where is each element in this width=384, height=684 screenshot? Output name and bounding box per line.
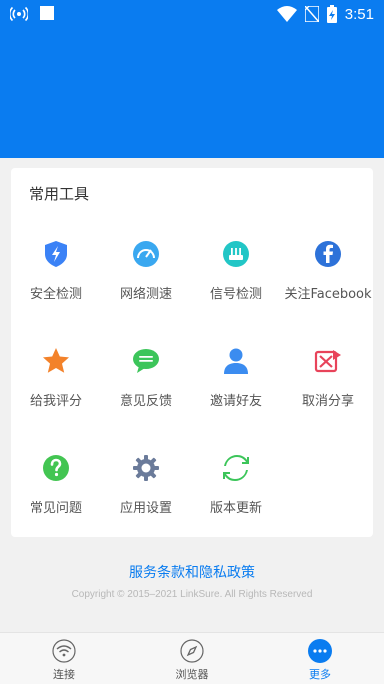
header-banner: [0, 30, 384, 158]
tools-title: 常用工具: [29, 185, 90, 203]
tool-signal-check[interactable]: 信号检测: [191, 239, 281, 319]
battery-charging-icon: [326, 5, 337, 23]
router-icon: [223, 241, 249, 267]
facebook-icon: [315, 241, 341, 267]
more-icon: [308, 639, 332, 663]
compass-icon: [180, 639, 204, 663]
wifi-hotspot-icon: [10, 6, 28, 21]
tool-app-settings[interactable]: 应用设置: [101, 453, 191, 533]
wifi-signal-icon: [276, 6, 297, 22]
copyright-text: Copyright © 2015–2021 LinkSure. All Righ…: [71, 589, 313, 600]
nav-tab-more[interactable]: 更多: [280, 639, 360, 682]
square-icon: [40, 6, 54, 20]
tool-label: 版本更新: [209, 501, 262, 516]
tool-security-check[interactable]: 安全检测: [11, 239, 101, 319]
tool-version-update[interactable]: 版本更新: [191, 453, 281, 533]
tool-label: 关注Facebook: [284, 287, 372, 302]
tool-invite-friends[interactable]: 邀请好友: [191, 346, 281, 426]
tool-label: 取消分享: [301, 394, 354, 409]
tool-label: 常见问题: [29, 501, 82, 516]
status-bar: 3:51: [0, 0, 384, 30]
nav-tab-browser[interactable]: 浏览器: [152, 639, 232, 682]
question-icon: [43, 455, 69, 481]
nav-tab-connect[interactable]: 连接: [24, 639, 104, 682]
no-sim-icon: [304, 6, 319, 22]
tool-speed-test[interactable]: 网络测速: [101, 239, 191, 319]
nav-label: 更多: [309, 668, 331, 681]
shield-lightning-icon: [45, 241, 67, 267]
tool-label: 安全检测: [29, 287, 82, 302]
refresh-icon: [223, 455, 249, 481]
clock: 3:51: [344, 5, 374, 23]
policy-link[interactable]: 服务条款和隐私政策: [0, 562, 384, 582]
gear-icon: [133, 455, 159, 481]
wifi-icon: [52, 639, 76, 663]
tool-label: 意见反馈: [119, 394, 172, 409]
tool-label: 信号检测: [209, 287, 262, 302]
bottom-nav: 连接 浏览器 更多: [0, 632, 384, 684]
tool-rate-app[interactable]: 给我评分: [11, 346, 101, 426]
tool-label: 应用设置: [119, 501, 172, 516]
tool-follow-facebook[interactable]: 关注Facebook: [283, 239, 373, 319]
chat-bubble-icon: [133, 349, 159, 373]
tool-faq[interactable]: 常见问题: [11, 453, 101, 533]
nav-label: 浏览器: [175, 668, 209, 681]
cancel-share-icon: [314, 350, 341, 373]
tool-label: 邀请好友: [209, 394, 262, 409]
tool-feedback[interactable]: 意见反馈: [101, 346, 191, 426]
star-icon: [43, 348, 69, 373]
speedometer-icon: [133, 241, 159, 267]
person-icon: [224, 348, 248, 374]
tool-label: 网络测速: [119, 287, 172, 302]
tools-card: 常用工具 安全检测 网络测速 信号检测 关注Facebook 给我评分 意见反馈…: [11, 168, 373, 537]
tool-cancel-share[interactable]: 取消分享: [283, 346, 373, 426]
nav-label: 连接: [53, 668, 75, 681]
tool-label: 给我评分: [29, 394, 82, 409]
